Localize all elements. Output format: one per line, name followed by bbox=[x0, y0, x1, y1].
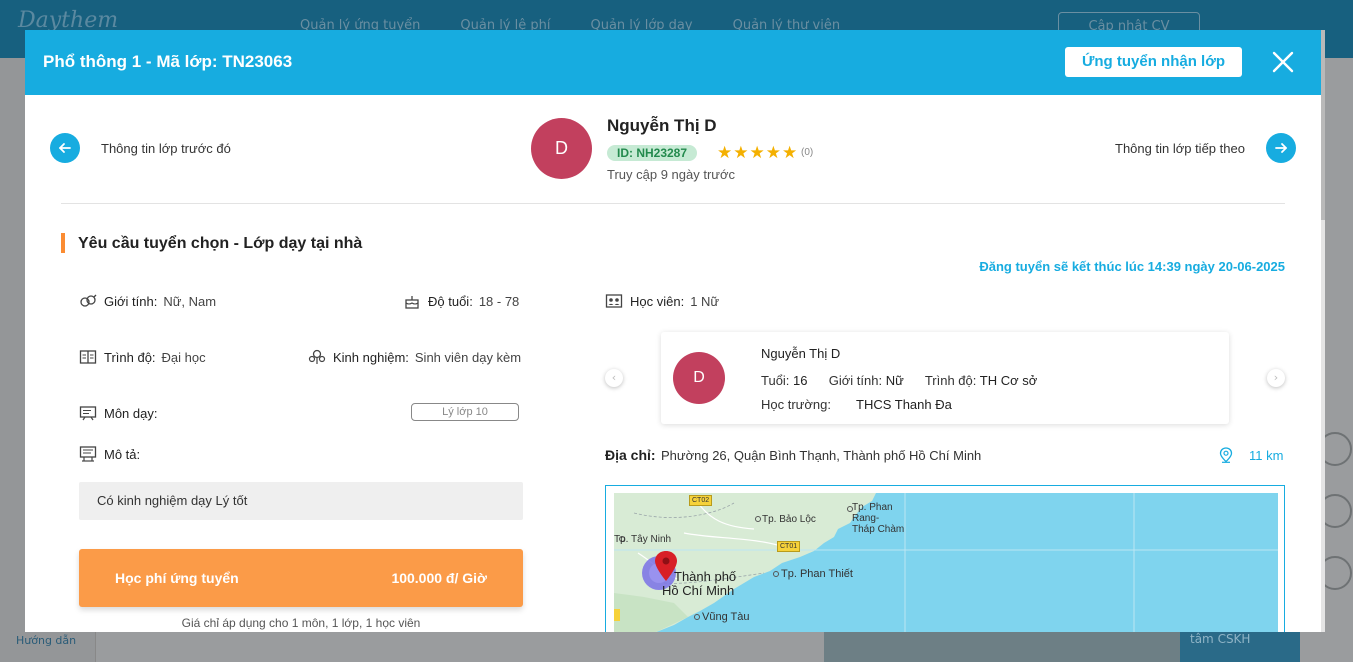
distance-value: 11 km bbox=[1249, 447, 1284, 463]
student-name: Nguyễn Thị D bbox=[761, 346, 841, 361]
students-label: Học viên: bbox=[630, 293, 685, 309]
student-school-row: Học trường: THCS Thanh Đa bbox=[761, 397, 952, 412]
prev-class-button[interactable] bbox=[50, 133, 80, 163]
description-icon bbox=[79, 446, 97, 462]
students-icon bbox=[605, 294, 623, 308]
age-field: Độ tuổi: 18 - 78 bbox=[403, 292, 519, 310]
fee-label: Học phí ứng tuyển bbox=[115, 570, 239, 586]
student-avatar: D bbox=[673, 352, 725, 404]
carousel-prev-button[interactable]: ‹ bbox=[605, 369, 623, 387]
experience-label: Kinh nghiệm: bbox=[333, 349, 409, 365]
next-class-label[interactable]: Thông tin lớp tiếp theo bbox=[1115, 141, 1245, 156]
age-label: Độ tuổi: bbox=[428, 293, 473, 309]
level-label: Trình độ: bbox=[104, 349, 156, 365]
description-label: Mô tả: bbox=[104, 446, 141, 462]
parent-name: Nguyễn Thị D bbox=[607, 116, 717, 135]
location-pin-icon bbox=[1219, 447, 1233, 463]
gender-icon bbox=[80, 294, 97, 307]
subject-chip: Lý lớp 10 bbox=[411, 403, 519, 421]
distance-info: 11 km bbox=[1219, 447, 1283, 463]
map-label-thap-cham: Tháp Chàm bbox=[852, 524, 905, 535]
prev-class-label[interactable]: Thông tin lớp trước đó bbox=[101, 141, 231, 156]
divider bbox=[61, 203, 1285, 204]
address-value: Phường 26, Quận Bình Thạnh, Thành phố Hồ… bbox=[661, 448, 982, 463]
modal-scrollbar[interactable] bbox=[1321, 30, 1325, 632]
subject-label: Môn dạy: bbox=[104, 405, 158, 421]
student-school-label: Học trường: bbox=[761, 397, 831, 412]
close-icon[interactable] bbox=[1269, 48, 1297, 76]
experience-field: Kinh nghiệm: Sinh viên dạy kèm bbox=[308, 348, 521, 366]
gender-value: Nữ, Nam bbox=[163, 293, 217, 309]
student-gender-value: Nữ bbox=[885, 373, 904, 388]
birthday-cake-icon bbox=[405, 296, 419, 309]
next-class-button[interactable] bbox=[1266, 133, 1296, 163]
student-age-label: Tuổi: bbox=[761, 373, 790, 388]
level-value: Đại học bbox=[161, 349, 206, 365]
book-icon bbox=[79, 350, 97, 364]
experience-value: Sinh viên dạy kèm bbox=[414, 349, 522, 365]
student-school-value: THCS Thanh Đa bbox=[856, 397, 952, 412]
experience-icon bbox=[308, 349, 326, 364]
map-label-tay-ninh: Tp. Tây Ninh bbox=[614, 534, 672, 545]
map-label-rang: Rang- bbox=[852, 513, 880, 524]
student-level-label: Trình độ: bbox=[924, 373, 977, 388]
section-title: Yêu cầu tuyển chọn - Lớp dạy tại nhà bbox=[78, 235, 363, 252]
map-label-hcm-1: Thành phố bbox=[674, 569, 737, 584]
section-accent-bar bbox=[61, 233, 65, 253]
arrow-right-icon bbox=[1275, 143, 1287, 153]
student-card: D Nguyễn Thị D Tuổi: 16 Giới tính: Nữ Tr… bbox=[661, 332, 1229, 424]
class-detail-modal: Phổ thông 1 - Mã lớp: TN23063 Ứng tuyển … bbox=[25, 30, 1325, 632]
map-label-phan-thiet: Tp. Phan Thiết bbox=[781, 568, 853, 580]
parent-avatar: D bbox=[531, 118, 592, 179]
rating-stars: ★★★★★ bbox=[717, 143, 799, 163]
last-access-text: Truy cập 9 ngày trước bbox=[607, 167, 736, 182]
tuition-fee-box: Học phí ứng tuyển 100.000 đ/ Giờ bbox=[79, 549, 523, 607]
student-gender-label: Giới tính: bbox=[828, 373, 883, 388]
map-label-phan-rang: Tp. Phan bbox=[852, 502, 893, 513]
gender-label: Giới tính: bbox=[104, 293, 158, 309]
description-field: Mô tả: bbox=[79, 445, 146, 463]
students-field: Học viên: 1 Nữ bbox=[605, 292, 719, 310]
map-frame: CT02 CT01 Tp. Phan Rang- Tháp Chàm Tp. B… bbox=[605, 485, 1285, 632]
road-badge-ct01: CT01 bbox=[777, 541, 801, 552]
road-badge-ct02: CT02 bbox=[689, 495, 713, 506]
subject-board-icon bbox=[79, 406, 97, 421]
map-label-bao-loc: Tp. Bảo Lộc bbox=[762, 514, 816, 525]
map-label-vung-tau: Vũng Tàu bbox=[702, 611, 750, 623]
parent-id-badge: ID: NH23287 bbox=[607, 145, 698, 161]
apply-class-button[interactable]: Ứng tuyển nhận lớp bbox=[1065, 47, 1242, 77]
fee-value: 100.000 đ/ Giờ bbox=[391, 570, 487, 586]
description-box: Có kinh nghiệm dạy Lý tốt bbox=[79, 482, 523, 520]
student-info-row: Tuổi: 16 Giới tính: Nữ Trình độ: TH Cơ s… bbox=[761, 373, 1037, 388]
student-level-value: TH Cơ sở bbox=[979, 373, 1038, 388]
arrow-left-icon bbox=[59, 143, 71, 153]
scrollbar-thumb[interactable] bbox=[1321, 30, 1325, 220]
modal-header: Phổ thông 1 - Mã lớp: TN23063 Ứng tuyển … bbox=[25, 30, 1321, 95]
location-map[interactable]: CT02 CT01 Tp. Phan Rang- Tháp Chàm Tp. B… bbox=[614, 493, 1278, 632]
age-value: 18 - 78 bbox=[478, 293, 520, 309]
rating-count: (0) bbox=[801, 147, 814, 158]
level-field: Trình độ: Đại học bbox=[79, 348, 206, 366]
deadline-text: Đăng tuyển sẽ kết thúc lúc 14:39 ngày 20… bbox=[979, 259, 1285, 274]
fee-note: Giá chỉ áp dụng cho 1 môn, 1 lớp, 1 học … bbox=[181, 616, 421, 630]
map-label-hcm-2: Hồ Chí Minh bbox=[662, 583, 735, 598]
student-age-value: 16 bbox=[793, 373, 808, 388]
subject-field: Môn dạy: bbox=[79, 404, 163, 422]
gender-field: Giới tính: Nữ, Nam bbox=[79, 292, 216, 310]
guide-link[interactable]: Hướng dẫn bbox=[16, 634, 76, 647]
address-label: Địa chỉ: bbox=[605, 447, 656, 463]
modal-title: Phổ thông 1 - Mã lớp: TN23063 bbox=[43, 52, 293, 71]
students-value: 1 Nữ bbox=[690, 293, 720, 309]
carousel-next-button[interactable]: › bbox=[1267, 369, 1285, 387]
